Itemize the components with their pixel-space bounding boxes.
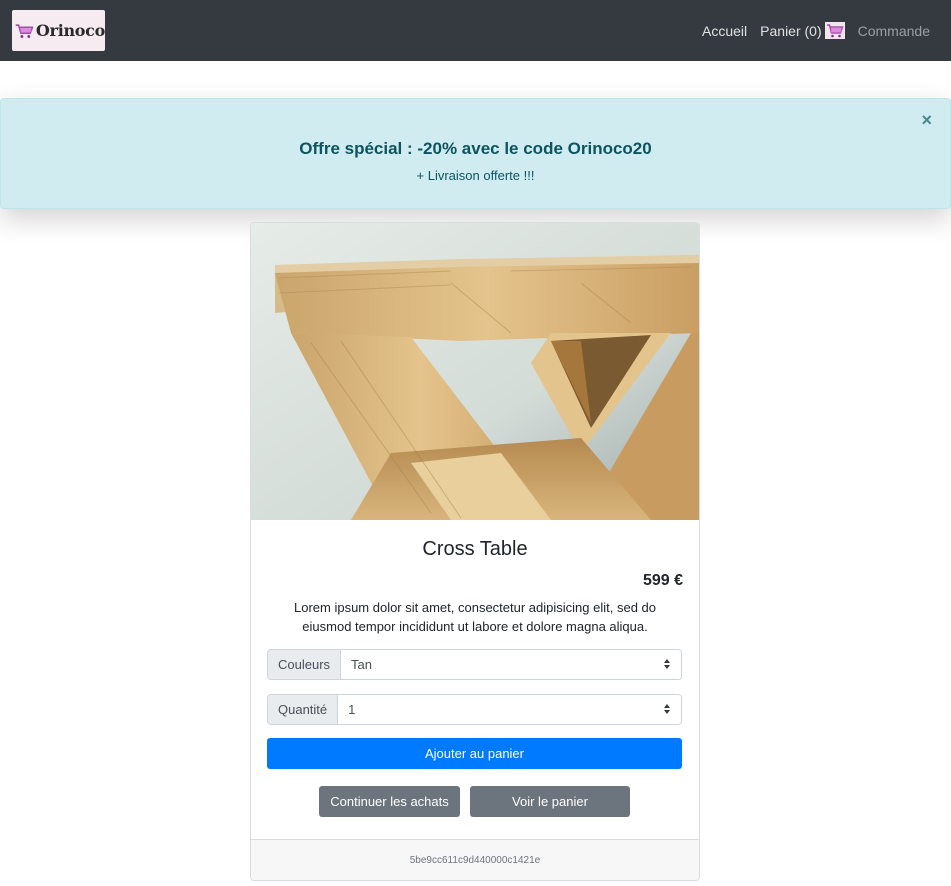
view-cart-button[interactable]: Voir le panier <box>470 786 630 817</box>
nav-home-link[interactable]: Accueil <box>702 23 747 39</box>
nav-links: Accueil Panier (0) Commande <box>702 22 939 39</box>
cart-thumbnail-icon <box>824 22 845 39</box>
promo-subtitle: + Livraison offerte !!! <box>416 168 535 183</box>
navbar: Orinoco Accueil Panier (0) Commande <box>0 0 951 61</box>
color-select-value: Tan <box>351 657 372 672</box>
color-select-group: Couleurs Tan <box>267 649 682 680</box>
nav-order-link[interactable]: Commande <box>858 23 930 39</box>
quantity-select-group: Quantité 1 <box>267 694 682 725</box>
product-card: Cross Table 599 € Lorem ipsum dolor sit … <box>250 222 700 881</box>
quantity-select[interactable]: 1 <box>338 695 681 724</box>
color-label: Couleurs <box>268 650 342 679</box>
nav-cart-label: Panier (0) <box>760 22 822 39</box>
product-description: Lorem ipsum dolor sit amet, consectetur … <box>293 600 656 634</box>
product-name: Cross Table <box>422 538 528 560</box>
product-price: 599 € <box>642 572 683 589</box>
brand-logo[interactable]: Orinoco <box>12 10 105 51</box>
promo-alert: Offre spécial : -20% avec le code Orinoc… <box>0 98 951 209</box>
shopping-cart-icon <box>15 23 34 38</box>
add-to-cart-button[interactable]: Ajouter au panier <box>267 738 682 769</box>
brand-name: Orinoco <box>35 21 105 40</box>
continue-shopping-button[interactable]: Continuer les achats <box>319 786 460 817</box>
nav-cart-link[interactable]: Panier (0) <box>760 22 845 39</box>
quantity-label: Quantité <box>268 695 339 724</box>
product-image <box>251 223 699 520</box>
select-arrows-icon <box>664 659 670 669</box>
product-id: 5be9cc611c9d440000c1421e <box>409 854 541 866</box>
promo-title: Offre spécial : -20% avec le code Orinoc… <box>299 139 652 158</box>
product-id-footer: 5be9cc611c9d440000c1421e <box>251 839 699 880</box>
color-select[interactable]: Tan <box>341 650 681 679</box>
quantity-select-value: 1 <box>348 702 356 717</box>
close-icon[interactable]: × <box>921 111 932 129</box>
select-arrows-icon <box>664 704 670 714</box>
